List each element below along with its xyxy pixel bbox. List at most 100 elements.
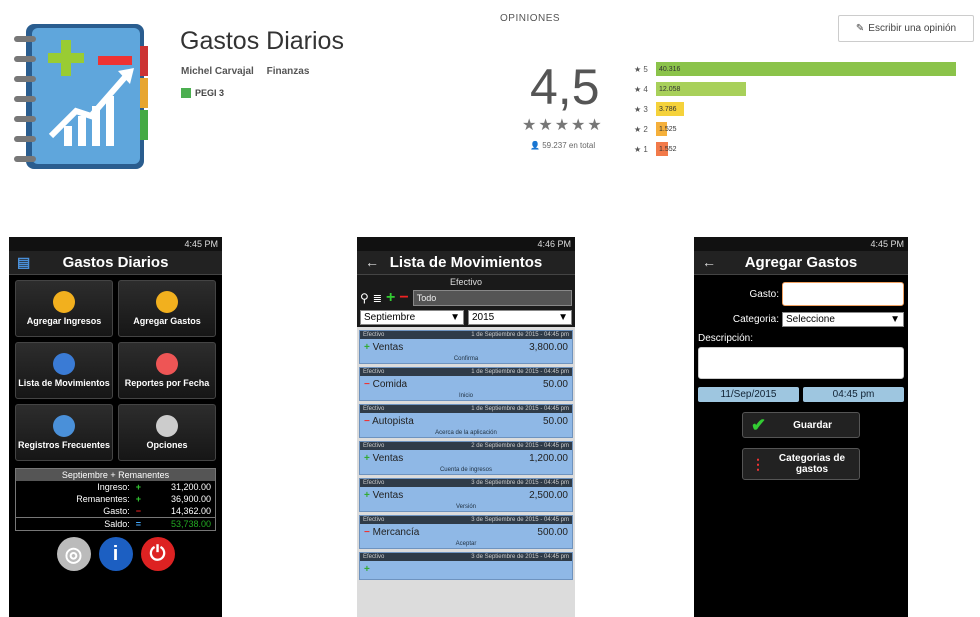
summary-value: 31,200.00: [170, 482, 211, 492]
movement-item[interactable]: Efectivo 3 de Septiembre de 2015 - 04:45 …: [359, 552, 573, 580]
summary-row: Remanentes: +36,900.00: [16, 493, 215, 505]
movement-date: 3 de Septiembre de 2015 - 04:45 pm: [471, 554, 569, 560]
pencil-icon: ✎: [855, 23, 865, 34]
filter-select[interactable]: Todo: [412, 290, 572, 306]
movement-note: [360, 578, 572, 579]
movement-date: 2 de Septiembre de 2015 - 04:45 pm: [471, 443, 569, 449]
movement-header: Efectivo 3 de Septiembre de 2015 - 04:45 …: [360, 553, 572, 561]
pegi-label: PEGI 3: [195, 88, 225, 98]
movement-body: + Ventas 3,800.00: [360, 339, 572, 356]
screenshot-movements-list[interactable]: 4:46 PM ← Lista de Movimientos Efectivo …: [357, 237, 575, 617]
menu-tile[interactable]: Reportes por Fecha: [118, 342, 216, 399]
menu-tile-label: Opciones: [146, 440, 188, 450]
menu-tile[interactable]: Agregar Ingresos: [15, 280, 113, 337]
summary-key: Gasto:: [103, 506, 130, 516]
app-title: Gastos Diarios: [180, 27, 344, 55]
time-button[interactable]: 04:45 pm: [803, 387, 904, 402]
descripcion-input[interactable]: [698, 347, 904, 379]
movement-name: Mercancía: [372, 527, 420, 538]
movement-header: Efectivo 1 de Septiembre de 2015 - 04:45 …: [360, 368, 572, 376]
movement-account: Efectivo: [363, 369, 385, 375]
title-bar: ← Lista de Movimientos: [357, 251, 575, 275]
movement-date: 1 de Septiembre de 2015 - 04:45 pm: [471, 332, 569, 338]
rating-bar-label: ★ 2: [634, 124, 648, 134]
movement-body: − Autopista 50.00: [360, 413, 572, 430]
movement-item[interactable]: Efectivo 1 de Septiembre de 2015 - 04:45 …: [359, 404, 573, 438]
chevron-down-icon: ▼: [890, 314, 900, 325]
summary-header: Septiembre + Remanentes: [16, 469, 215, 481]
descripcion-label: Descripción:: [698, 333, 754, 344]
sort-icon[interactable]: ≣: [373, 292, 382, 305]
movement-date: 1 de Septiembre de 2015 - 04:45 pm: [471, 406, 569, 412]
menu-tile-label: Agregar Ingresos: [26, 316, 102, 326]
search-icon[interactable]: ⚲: [360, 291, 369, 305]
movement-body: + Ventas 1,200.00: [360, 450, 572, 467]
back-arrow-icon[interactable]: ←: [702, 254, 716, 270]
minus-icon: −: [364, 379, 370, 390]
screenshot-add-expense[interactable]: 4:45 PM ← Agregar Gastos Gasto: Categori…: [694, 237, 908, 617]
menu-tile[interactable]: Agregar Gastos: [118, 280, 216, 337]
categories-icon: ⋮: [751, 455, 765, 472]
plus-icon: +: [364, 342, 370, 353]
rating-bar: 12.058: [656, 82, 746, 96]
calendar-icon: [53, 415, 75, 437]
movement-item[interactable]: Efectivo 1 de Septiembre de 2015 - 04:45 …: [359, 367, 573, 401]
star-rating: ★★★★★: [522, 117, 604, 134]
status-bar: 4:45 PM: [694, 237, 908, 251]
movement-item[interactable]: Efectivo 1 de Septiembre de 2015 - 04:45 …: [359, 330, 573, 364]
movement-account: Efectivo: [363, 480, 385, 486]
movement-item[interactable]: Efectivo 3 de Septiembre de 2015 - 04:45 …: [359, 515, 573, 549]
rating-bar: 1.552: [656, 142, 677, 156]
menu-tile[interactable]: Opciones: [118, 404, 216, 461]
categoria-label: Categoria:: [732, 314, 779, 325]
add-icon[interactable]: +: [386, 289, 395, 307]
menu-tile[interactable]: Lista de Movimientos: [15, 342, 113, 399]
movement-item[interactable]: Efectivo 2 de Septiembre de 2015 - 04:45 …: [359, 441, 573, 475]
menu-tile-label: Agregar Gastos: [133, 316, 201, 326]
movement-item[interactable]: Efectivo 3 de Septiembre de 2015 - 04:45 …: [359, 478, 573, 512]
filter-bar: Efectivo ⚲ ≣ + − Todo Septiembre ▼ 2015 ▼: [357, 275, 575, 327]
category-link[interactable]: Finanzas: [267, 66, 310, 77]
summary-panel: Septiembre + Remanentes Ingreso: +31,200.…: [15, 468, 216, 531]
average-score: 4,5: [530, 59, 600, 115]
movement-amount: 50.00: [542, 379, 568, 390]
app-icon: [6, 16, 156, 176]
rating-bar-label: ★ 3: [634, 104, 648, 114]
rating-bar-count: 40.316: [659, 65, 681, 73]
movement-body: − Comida 50.00: [360, 376, 572, 393]
app-meta: Michel Carvajal Finanzas: [181, 66, 319, 77]
gasto-input[interactable]: [782, 282, 904, 306]
info-icon[interactable]: i: [98, 537, 133, 571]
categoria-select[interactable]: Seleccione ▼: [782, 312, 904, 327]
back-arrow-icon[interactable]: ←: [365, 254, 379, 270]
save-button[interactable]: ✔ Guardar: [742, 412, 860, 438]
movement-date: 3 de Septiembre de 2015 - 04:45 pm: [471, 517, 569, 523]
movement-amount: 2,500.00: [529, 490, 568, 501]
categories-button[interactable]: ⋮ Categorias de gastos: [742, 448, 860, 480]
status-time: 4:45 PM: [870, 239, 904, 249]
movement-account: Efectivo: [363, 554, 385, 560]
minus-icon: −: [364, 416, 370, 427]
remove-icon[interactable]: −: [399, 289, 408, 307]
rating-bar: 1.525: [656, 122, 677, 136]
status-time: 4:46 PM: [537, 239, 571, 249]
gasto-label: Gasto:: [749, 288, 779, 300]
movement-note: Acerca de la aplicación: [435, 430, 497, 436]
month-select[interactable]: Septiembre ▼: [360, 310, 464, 325]
backup-icon[interactable]: ◎: [56, 537, 91, 571]
developer-link[interactable]: Michel Carvajal: [181, 66, 254, 77]
status-bar: 4:46 PM: [357, 237, 575, 251]
power-icon[interactable]: ⏻: [140, 537, 175, 571]
summary-value: 14,362.00: [170, 506, 211, 516]
year-select[interactable]: 2015 ▼: [468, 310, 572, 325]
pegi-rating: PEGI 3: [181, 88, 224, 98]
screenshot-main-menu[interactable]: 4:45 PM ▤ Gastos Diarios Agregar Ingreso…: [9, 237, 222, 617]
movement-note: Confirma: [453, 356, 479, 362]
menu-tile[interactable]: Registros Frecuentes: [15, 404, 113, 461]
chevron-down-icon: ▼: [450, 312, 460, 323]
date-button[interactable]: 11/Sep/2015: [698, 387, 799, 402]
movement-header: Efectivo 1 de Septiembre de 2015 - 04:45 …: [360, 331, 572, 339]
summary-rows: Ingreso: +31,200.00 Remanentes: +36,900.00 G…: [16, 481, 215, 530]
movement-amount: 1,200.00: [529, 453, 568, 464]
write-review-button[interactable]: ✎ Escribir una opinión: [838, 15, 974, 42]
